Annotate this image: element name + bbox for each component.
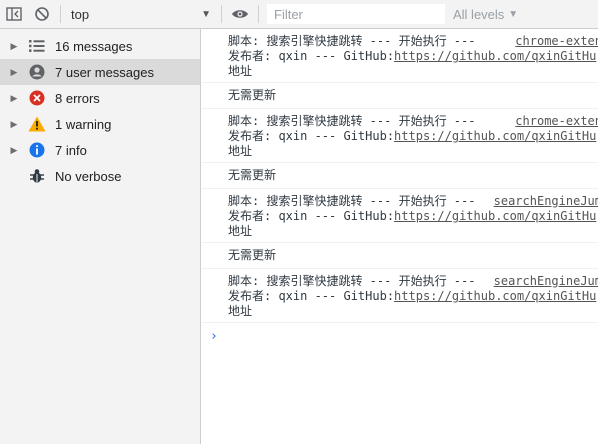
message-line: 发布者: qxin --- GitHub:https://github.com/…: [228, 289, 598, 304]
toolbar-separator: [258, 5, 259, 23]
expand-arrow-icon[interactable]: ▶: [0, 145, 28, 156]
console-sidebar: ▶ 16 messages ▶ 7 user messages ▶ 8 erro…: [0, 29, 201, 444]
sidebar-item-label: 7 user messages: [55, 64, 154, 80]
message-line: 地址: [228, 224, 253, 238]
context-value: top: [71, 6, 90, 22]
message-line: 发布者: qxin --- GitHub:https://github.com/…: [228, 129, 598, 144]
console-toolbar: top ▼ All levels ▼: [0, 0, 598, 29]
caret-down-icon: ▼: [201, 8, 211, 20]
console-message: 脚本: 搜索引擎快捷跳转 --- 开始执行 --- searchEngineJu…: [202, 189, 598, 243]
error-icon: [28, 89, 46, 107]
toggle-sidebar-button[interactable]: [0, 0, 28, 28]
expand-arrow-icon[interactable]: ▶: [0, 119, 28, 130]
github-link[interactable]: https://github.com/qxinGitHu: [394, 289, 596, 303]
message-line: 地址: [228, 64, 253, 78]
toolbar-separator: [60, 5, 61, 23]
message-text: 发布者: qxin --- GitHub:: [228, 49, 395, 63]
sidebar-item-errors[interactable]: ▶ 8 errors: [0, 85, 200, 111]
bug-icon: [28, 167, 46, 185]
console-messages: 脚本: 搜索引擎快捷跳转 --- 开始执行 --- chrome-exten 发…: [202, 29, 598, 444]
source-link[interactable]: chrome-exten: [509, 114, 598, 129]
expand-arrow-icon[interactable]: ▶: [0, 67, 28, 78]
context-selector[interactable]: top ▼: [65, 3, 217, 25]
message-line: 地址: [228, 304, 253, 318]
console-prompt[interactable]: ›: [202, 323, 598, 344]
user-icon: [28, 63, 46, 81]
message-text: 发布者: qxin --- GitHub:: [228, 289, 395, 303]
message-line: 无需更新: [228, 248, 277, 262]
github-link[interactable]: https://github.com/qxinGitHu: [394, 129, 596, 143]
console-message: 脚本: 搜索引擎快捷跳转 --- 开始执行 --- chrome-exten 发…: [202, 109, 598, 163]
sidebar-item-label: No verbose: [55, 168, 122, 184]
eye-icon: [232, 10, 248, 18]
clear-console-button[interactable]: [28, 0, 56, 28]
sidebar-item-label: 1 warning: [55, 116, 112, 132]
console-message: 无需更新: [202, 163, 598, 189]
sidebar-item-verbose[interactable]: ▶ No verbose: [0, 163, 200, 189]
sidebar-item-user-messages[interactable]: ▶ 7 user messages: [0, 59, 200, 85]
sidebar-item-warnings[interactable]: ▶ 1 warning: [0, 111, 200, 137]
message-line: 发布者: qxin --- GitHub:https://github.com/…: [228, 49, 598, 64]
sidebar-item-info[interactable]: ▶ 7 info: [0, 137, 200, 163]
block-icon: [35, 7, 49, 21]
console-message: 脚本: 搜索引擎快捷跳转 --- 开始执行 --- searchEngineJu…: [202, 269, 598, 323]
console-message: 无需更新: [202, 243, 598, 269]
warning-icon: [28, 115, 46, 133]
sidebar-item-label: 16 messages: [55, 38, 133, 54]
prompt-chevron-icon: ›: [210, 329, 218, 344]
message-line: 无需更新: [228, 168, 277, 182]
toolbar-separator: [221, 5, 222, 23]
sidebar-item-messages[interactable]: ▶ 16 messages: [0, 33, 200, 59]
message-text: 发布者: qxin --- GitHub:: [228, 209, 395, 223]
source-link[interactable]: chrome-exten: [509, 34, 598, 49]
log-levels-dropdown[interactable]: All levels ▼: [453, 7, 518, 22]
message-line: 无需更新: [228, 88, 277, 102]
sidebar-item-label: 7 info: [55, 142, 87, 158]
info-icon: [28, 141, 46, 159]
console-message: 脚本: 搜索引擎快捷跳转 --- 开始执行 --- chrome-exten 发…: [202, 29, 598, 83]
list-icon: [28, 37, 46, 55]
github-link[interactable]: https://github.com/qxinGitHu: [394, 209, 596, 223]
expand-arrow-icon[interactable]: ▶: [0, 93, 28, 104]
message-text: 发布者: qxin --- GitHub:: [228, 129, 395, 143]
filter-field[interactable]: [267, 4, 445, 24]
caret-down-icon: ▼: [508, 8, 519, 20]
live-expression-button[interactable]: [226, 0, 254, 28]
sidebar-toggle-icon: [6, 7, 22, 21]
sidebar-item-label: 8 errors: [55, 90, 100, 106]
console-message: 无需更新: [202, 83, 598, 109]
message-line: 地址: [228, 144, 253, 158]
message-line: 发布者: qxin --- GitHub:https://github.com/…: [228, 209, 598, 224]
github-link[interactable]: https://github.com/qxinGitHu: [394, 49, 596, 63]
levels-label: All levels: [453, 6, 505, 22]
expand-arrow-icon[interactable]: ▶: [0, 41, 28, 52]
source-link[interactable]: searchEngineJum: [487, 194, 598, 209]
filter-input[interactable]: [274, 6, 444, 22]
source-link[interactable]: searchEngineJum: [487, 274, 598, 289]
